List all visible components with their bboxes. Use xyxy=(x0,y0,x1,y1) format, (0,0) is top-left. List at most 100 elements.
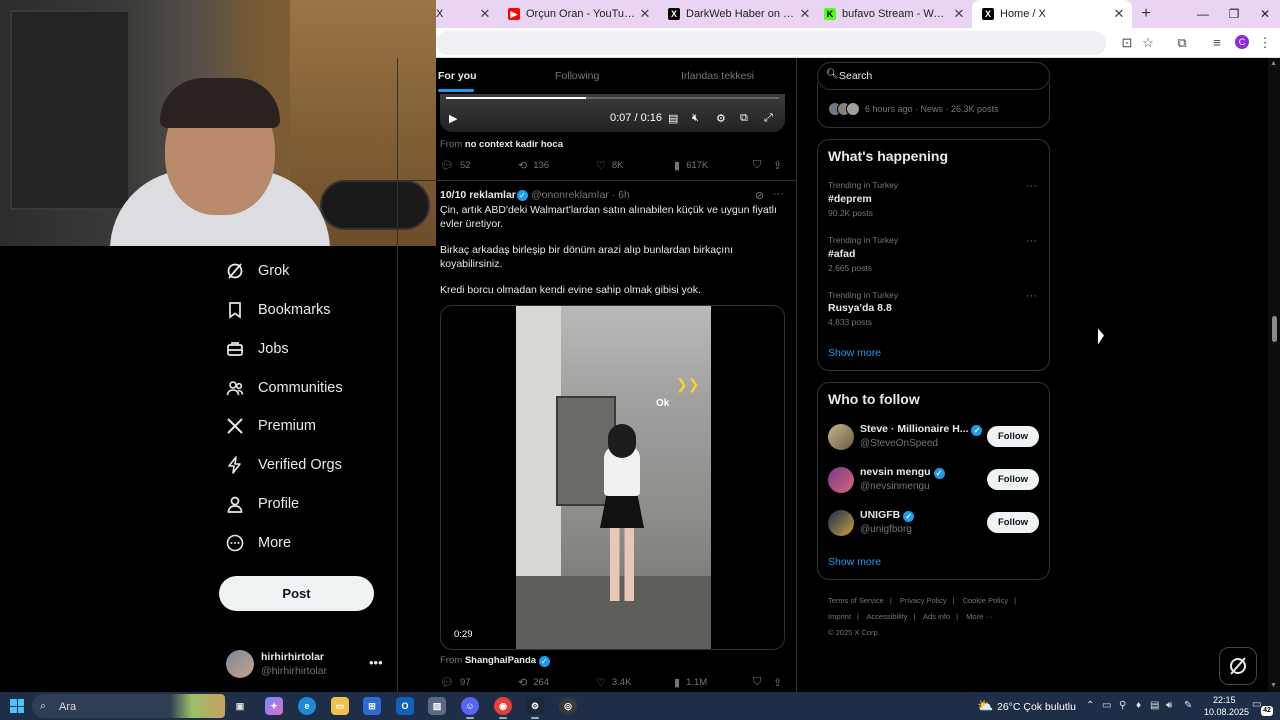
install-app-icon[interactable]: ⊡ xyxy=(1118,34,1136,52)
source-name[interactable]: no context kadir hoca xyxy=(465,139,563,150)
footer-link-more[interactable]: More ··· xyxy=(966,612,993,621)
footer-link-terms[interactable]: Terms of Service xyxy=(828,596,884,605)
footer-link-imprint[interactable]: Imprint xyxy=(828,612,851,621)
post-more-icon[interactable]: ··· xyxy=(773,188,784,200)
trends-show-more[interactable]: Show more xyxy=(828,347,881,359)
trend-name[interactable]: #deprem xyxy=(828,193,872,205)
share-button[interactable]: ⇪ xyxy=(773,676,788,689)
post-author-handle[interactable]: @ononreklamIar · 6h xyxy=(531,189,630,201)
weather-text[interactable]: 26°C Çok bulutlu xyxy=(997,701,1076,713)
tray-network-icon[interactable]: ▤ xyxy=(1150,700,1159,711)
discord-icon[interactable]: ☺ xyxy=(461,697,479,719)
tray-pen-icon[interactable]: ✎ xyxy=(1184,700,1192,711)
windows-start-icon[interactable] xyxy=(10,699,24,713)
fullscreen-icon[interactable]: ⤢ xyxy=(764,112,773,125)
tab-for-you[interactable]: For you xyxy=(438,70,477,82)
views-button[interactable]: ▮ 1.1M xyxy=(674,676,707,689)
task-view-icon[interactable]: ▣ xyxy=(231,697,249,715)
browser-tab[interactable]: X ✕ xyxy=(426,0,498,28)
tab-close-icon[interactable]: ✕ xyxy=(1110,6,1128,22)
bookmark-star-icon[interactable]: ☆ xyxy=(1139,34,1157,52)
settings-gear-icon[interactable]: ⚙ xyxy=(716,112,726,125)
chrome-icon[interactable]: ◉ xyxy=(494,697,512,719)
scroll-down-icon[interactable]: ▼ xyxy=(1270,682,1277,689)
sidebar-item-profile[interactable]: Profile xyxy=(226,490,299,518)
repost-button[interactable]: ⟲ 264 xyxy=(518,676,549,689)
outlook-icon[interactable]: O xyxy=(396,697,414,715)
reply-button[interactable]: 💬︎ 52 xyxy=(440,159,471,172)
sidebar-item-grok[interactable]: Grok xyxy=(226,257,289,285)
captions-icon[interactable]: ▤ xyxy=(668,112,678,125)
views-button[interactable]: ▮ 617K xyxy=(674,159,708,172)
close-window-icon[interactable]: ✕ xyxy=(1250,0,1280,28)
trend-more-icon[interactable]: ··· xyxy=(1026,235,1037,247)
tab-close-icon[interactable]: ✕ xyxy=(796,6,814,22)
like-button[interactable]: ♡ 3.4K xyxy=(596,676,631,689)
sidebar-item-bookmarks[interactable]: Bookmarks xyxy=(226,296,331,324)
follow-suggestion-name[interactable]: Steve · Millionaire H... ✓ xyxy=(860,423,983,436)
address-bar[interactable] xyxy=(436,31,1106,55)
avatar[interactable] xyxy=(828,467,854,493)
reply-button[interactable]: 💬︎ 97 xyxy=(440,676,471,689)
tab-close-icon[interactable]: ✕ xyxy=(950,6,968,22)
repost-button[interactable]: ⟲ 136 xyxy=(518,159,549,172)
sidebar-item-premium[interactable]: Premium xyxy=(226,412,316,440)
clock-date[interactable]: 10.08.2025 xyxy=(1204,707,1249,717)
post-video[interactable]: ❯❯ Ok xyxy=(440,305,785,650)
tray-app-icon[interactable]: ▭ xyxy=(1102,700,1111,711)
minimize-icon[interactable]: — xyxy=(1188,0,1218,28)
tray-volume-icon[interactable]: 🔊︎ xyxy=(1166,700,1172,711)
scroll-up-icon[interactable]: ▲ xyxy=(1270,60,1277,67)
follow-button[interactable]: Follow xyxy=(987,512,1039,533)
photos-icon[interactable]: ▨ xyxy=(428,697,446,715)
bookmark-button[interactable]: ⛉ xyxy=(753,676,767,689)
mute-icon[interactable]: 🔇︎ xyxy=(692,112,699,125)
trend-more-icon[interactable]: ··· xyxy=(1026,290,1037,302)
follow-button[interactable]: Follow xyxy=(987,469,1039,490)
new-tab-icon[interactable]: + xyxy=(1136,4,1156,24)
browser-tab[interactable]: K bufavo Stream - Watch Live on ✕ xyxy=(814,0,972,28)
follow-suggestion-name[interactable]: nevsin mengu ✓ xyxy=(860,466,945,479)
post-author-name[interactable]: 10/10 reklamlar xyxy=(440,189,516,201)
clock-time[interactable]: 22:15 xyxy=(1213,695,1236,705)
grok-floating-button[interactable] xyxy=(1219,647,1257,685)
media-controls-icon[interactable]: ≡ xyxy=(1208,34,1226,52)
avatar[interactable] xyxy=(828,510,854,536)
steam-icon[interactable]: ⚙ xyxy=(526,697,544,719)
footer-link-accessibility[interactable]: Accessibility xyxy=(867,612,908,621)
browser-tab-active[interactable]: X Home / X ✕ xyxy=(972,0,1132,28)
file-explorer-icon[interactable]: ▭ xyxy=(331,697,349,715)
footer-link-ads[interactable]: Ads info xyxy=(923,612,950,621)
follow-button[interactable]: Follow xyxy=(987,426,1039,447)
copilot-icon[interactable]: ✦ xyxy=(265,697,283,715)
play-icon[interactable]: ▶ xyxy=(449,112,457,125)
sidebar-item-verified-orgs[interactable]: Verified Orgs xyxy=(226,451,342,479)
trend-name[interactable]: #afad xyxy=(828,248,855,260)
avatar[interactable] xyxy=(226,650,254,678)
tray-network-app-icon[interactable]: ⚲ xyxy=(1119,700,1126,711)
share-button[interactable]: ⇪ xyxy=(773,159,788,172)
like-button[interactable]: ♡ 8K xyxy=(596,159,624,172)
tab-close-icon[interactable]: ✕ xyxy=(476,6,494,22)
pip-icon[interactable]: ⧉ xyxy=(740,112,748,125)
browser-tab[interactable]: ▶ Orçun Oran - YouTube ✕ xyxy=(498,0,658,28)
account-more-icon[interactable]: ••• xyxy=(369,655,383,670)
tray-overflow-icon[interactable]: ⌃ xyxy=(1086,700,1094,711)
follow-show-more[interactable]: Show more xyxy=(828,556,881,568)
edge-icon[interactable]: e xyxy=(298,697,316,715)
follow-suggestion-name[interactable]: UNIGFB ✓ xyxy=(860,509,915,522)
sidebar-item-communities[interactable]: Communities xyxy=(226,374,343,402)
footer-link-cookie[interactable]: Cookie Policy xyxy=(963,596,1008,605)
avatar[interactable] xyxy=(828,424,854,450)
trend-more-icon[interactable]: ··· xyxy=(1026,180,1037,192)
tab-close-icon[interactable]: ✕ xyxy=(636,6,654,22)
browser-tab[interactable]: X DarkWeb Haber on X: "Bir yayın ✕ xyxy=(658,0,818,28)
bookmark-button[interactable]: ⛉ xyxy=(753,159,767,172)
tab-irlandas-tekkesi[interactable]: Irlandas tekkesi xyxy=(681,70,754,82)
chrome-menu-icon[interactable]: ⋮ xyxy=(1256,34,1274,52)
tab-following[interactable]: Following xyxy=(555,70,599,82)
trend-name[interactable]: Rusya'da 8.8 xyxy=(828,302,892,314)
obs-icon[interactable]: ◎ xyxy=(559,697,577,715)
grok-explain-icon[interactable]: ⊘ xyxy=(755,189,764,202)
tray-mic-icon[interactable]: ♦ xyxy=(1136,700,1141,711)
